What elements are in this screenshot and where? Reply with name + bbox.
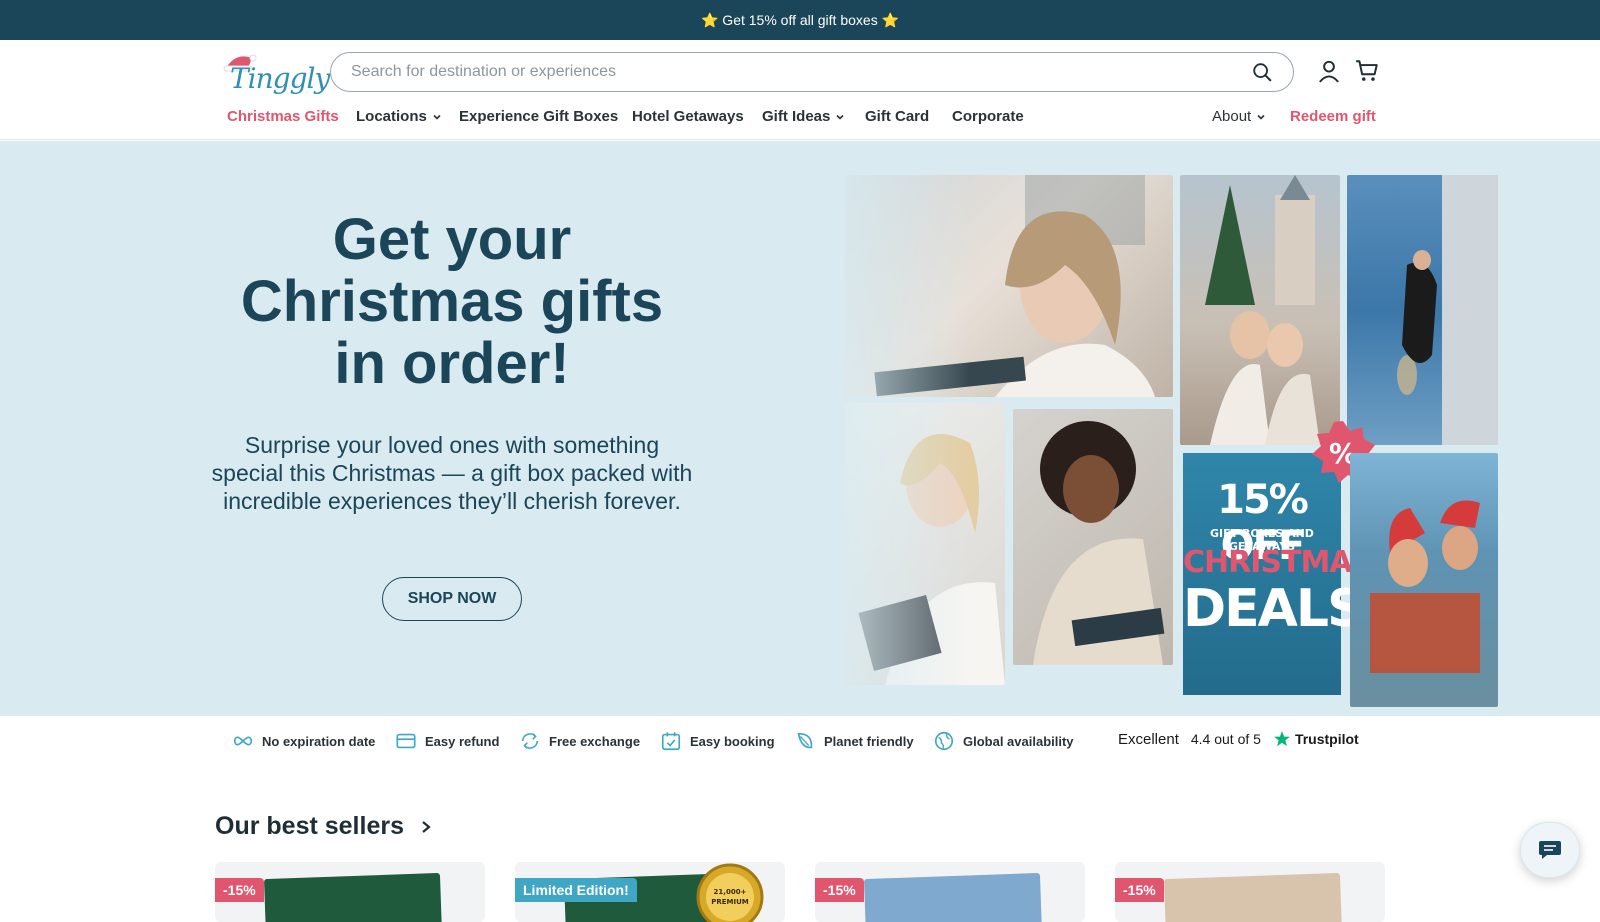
gift-box-image	[864, 872, 1042, 922]
card-icon	[396, 733, 416, 749]
feature-label: Easy refund	[425, 733, 500, 749]
search-icon[interactable]	[1251, 61, 1273, 83]
nav-corporate[interactable]: Corporate	[952, 108, 1024, 125]
account-icon[interactable]	[1316, 58, 1342, 84]
globe-icon	[934, 731, 954, 751]
hero-subtitle: Surprise your loved ones with something …	[211, 432, 693, 514]
search-input[interactable]	[351, 63, 1251, 81]
search-bar[interactable]	[330, 52, 1294, 92]
feature-strip: No expiration date Easy refund Free exch…	[0, 716, 1600, 766]
deal-christmas: CHRISTMAS	[1183, 545, 1373, 580]
product-card[interactable]: -15%	[815, 862, 1085, 922]
chevron-down-icon	[1257, 114, 1265, 120]
feature-label: Global availability	[963, 733, 1074, 749]
limited-edition-badge: Limited Edition!	[515, 878, 637, 902]
nav-gift-ideas[interactable]: Gift Ideas	[762, 108, 845, 125]
chat-icon	[1539, 841, 1561, 859]
hero-text-block: Get your Christmas gifts in order! Surpr…	[210, 141, 694, 716]
nav-hotel-getaways[interactable]: Hotel Getaways	[632, 108, 744, 125]
nav-label: Experience Gift Boxes	[459, 108, 619, 125]
feature-free-exchange: Free exchange	[519, 730, 640, 752]
nav-label: Redeem gift	[1290, 108, 1376, 125]
hero-banner: Get your Christmas gifts in order! Surpr…	[0, 141, 1600, 716]
shop-now-button[interactable]: SHOP NOW	[382, 577, 522, 621]
logo-text: Tinggly	[230, 62, 330, 95]
feature-planet-friendly: Planet friendly	[794, 730, 914, 752]
trustpilot-label: Excellent	[1118, 730, 1179, 748]
nav-label: About	[1212, 108, 1252, 125]
chevron-down-icon	[836, 114, 844, 120]
feature-label: No expiration date	[262, 733, 376, 749]
gift-box-image	[264, 872, 442, 922]
feature-label: Free exchange	[549, 733, 641, 749]
product-card[interactable]: -15%	[1115, 862, 1385, 922]
svg-text:21,000+: 21,000+	[714, 888, 747, 896]
nav-about[interactable]: About	[1212, 108, 1266, 125]
feature-global-availability: Global availability	[933, 730, 1074, 752]
nav-label: Locations	[356, 108, 427, 125]
calendar-check-icon	[661, 732, 681, 751]
logo[interactable]: Tinggly	[216, 50, 330, 96]
trustpilot-rating: 4.4 out of 5	[1190, 731, 1261, 747]
discount-badge: -15%	[1115, 878, 1164, 902]
promo-bar: ⭐ Get 15% off all gift boxes ⭐	[0, 0, 1600, 40]
best-sellers-heading[interactable]: Our best sellers	[215, 812, 432, 841]
promo-text: ⭐ Get 15% off all gift boxes ⭐	[700, 11, 900, 28]
nav-label: Gift Card	[865, 108, 930, 125]
feature-label: Planet friendly	[824, 733, 914, 749]
nav-experience-gift-boxes[interactable]: Experience Gift Boxes	[459, 108, 618, 125]
star-icon	[1274, 731, 1290, 747]
chevron-down-icon	[433, 114, 441, 120]
cart-icon[interactable]	[1354, 58, 1380, 84]
chat-button[interactable]	[1520, 822, 1580, 878]
discount-badge: -15%	[215, 878, 264, 902]
site-header: Tinggly Christmas Gifts Locations Experi…	[0, 40, 1600, 140]
trustpilot-brand: Trustpilot	[1273, 730, 1359, 748]
hero-photo-parasailing	[1350, 453, 1498, 707]
trustpilot-brand-label: Trustpilot	[1294, 731, 1359, 747]
skydiving-image	[1397, 175, 1498, 445]
feature-no-expiration: No expiration date	[232, 730, 375, 752]
nav-label: Hotel Getaways	[632, 108, 744, 125]
feature-label: Easy booking	[690, 733, 775, 749]
chevron-right-icon	[422, 820, 431, 833]
hero-photo-happy-woman	[1013, 409, 1173, 665]
best-sellers-title: Our best sellers	[215, 812, 404, 840]
exchange-icon	[521, 733, 539, 749]
hero-title: Get your Christmas gifts in order!	[240, 207, 664, 396]
product-card[interactable]: -15%	[215, 862, 485, 922]
premium-seal-icon: 21,000+ PREMIUM	[696, 863, 764, 922]
gift-box-image	[1164, 872, 1342, 922]
nav-label: Corporate	[952, 108, 1024, 125]
hero-photo-christmas-couple	[1180, 175, 1340, 445]
nav-label: Gift Ideas	[762, 108, 831, 125]
feature-easy-refund: Easy refund	[395, 730, 499, 752]
hero-photo-skydiving	[1347, 175, 1498, 445]
parasailing-couple-image	[1370, 500, 1480, 673]
woman-holding-gift-box-image	[1033, 421, 1165, 665]
leaf-icon	[797, 732, 813, 749]
collage-fade-overlay	[740, 141, 970, 716]
nav-christmas-gifts[interactable]: Christmas Gifts	[227, 108, 339, 125]
nav-gift-card[interactable]: Gift Card	[865, 108, 929, 125]
deal-card[interactable]: 15% OFF GIFT BOXES AND GETAWAYS CHRISTMA…	[1183, 453, 1373, 695]
deal-deals: DEALS	[1183, 579, 1365, 639]
feature-easy-booking: Easy booking	[660, 730, 775, 752]
main-nav: Christmas Gifts Locations Experience Gif…	[0, 104, 1600, 134]
couple-christmas-market-image	[1205, 175, 1320, 445]
nav-label: Christmas Gifts	[227, 108, 339, 125]
nav-redeem-gift[interactable]: Redeem gift	[1290, 108, 1376, 125]
svg-text:PREMIUM: PREMIUM	[711, 898, 749, 906]
infinity-icon	[233, 736, 253, 746]
discount-badge: -15%	[815, 878, 864, 902]
product-card[interactable]: Limited Edition! 21,000+ PREMIUM	[515, 862, 785, 922]
nav-locations[interactable]: Locations	[356, 108, 442, 125]
trustpilot-widget[interactable]: Excellent 4.4 out of 5 Trustpilot	[1118, 730, 1359, 748]
